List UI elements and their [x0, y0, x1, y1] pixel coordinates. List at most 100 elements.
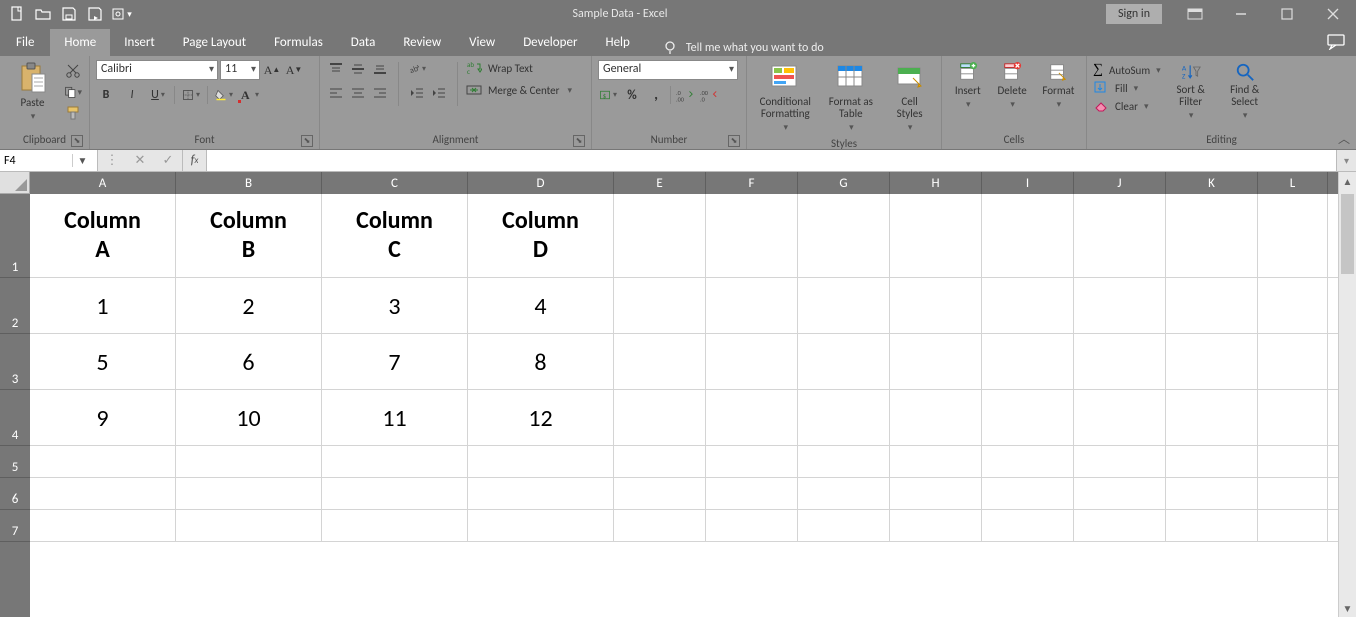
qat-save-icon[interactable] [56, 1, 82, 27]
maximize-button[interactable] [1264, 0, 1310, 28]
cell[interactable] [890, 510, 982, 542]
fill-color-button[interactable] [214, 86, 234, 104]
cell[interactable]: 2 [176, 278, 322, 334]
row-header[interactable]: 1 [0, 194, 30, 278]
tab-view[interactable]: View [455, 29, 509, 56]
name-box-dropdown[interactable]: ▼ [72, 154, 92, 167]
cell[interactable]: 7 [322, 334, 468, 390]
cell[interactable] [798, 278, 890, 334]
cell[interactable] [468, 478, 614, 510]
cell[interactable] [468, 510, 614, 542]
cell[interactable] [982, 194, 1074, 278]
scroll-thumb[interactable] [1341, 194, 1354, 274]
cell[interactable] [798, 478, 890, 510]
cell[interactable] [1166, 194, 1258, 278]
cell[interactable] [614, 478, 706, 510]
cell[interactable] [1258, 334, 1328, 390]
row-header[interactable]: 6 [0, 478, 30, 510]
cell[interactable] [1166, 478, 1258, 510]
cell[interactable] [1074, 194, 1166, 278]
scroll-up-button[interactable]: ▲ [1339, 172, 1356, 190]
cell[interactable] [614, 510, 706, 542]
align-bottom-button[interactable] [370, 60, 390, 78]
tab-page-layout[interactable]: Page Layout [169, 29, 260, 56]
cell[interactable] [1258, 278, 1328, 334]
increase-font-button[interactable]: A▲ [262, 61, 282, 79]
cell[interactable] [30, 446, 176, 478]
column-header[interactable]: G [798, 172, 890, 194]
cell[interactable] [798, 334, 890, 390]
cell[interactable] [890, 446, 982, 478]
underline-button[interactable]: U [148, 86, 168, 104]
align-right-button[interactable] [370, 84, 390, 102]
cell[interactable] [798, 446, 890, 478]
cell[interactable]: 6 [176, 334, 322, 390]
cell[interactable] [1258, 194, 1328, 278]
font-size-select[interactable]: 11 [220, 60, 260, 80]
number-format-select[interactable]: General [598, 60, 738, 80]
column-header[interactable]: B [176, 172, 322, 194]
cell[interactable] [322, 510, 468, 542]
enter-formula-button[interactable]: ✓ [154, 153, 182, 168]
qat-touch-icon[interactable]: ▾ [108, 1, 134, 27]
cell[interactable] [982, 390, 1074, 446]
collapse-ribbon-icon[interactable]: ︿ [1338, 130, 1350, 147]
qat-open-icon[interactable] [30, 1, 56, 27]
paste-button[interactable]: Paste ▾ [6, 60, 59, 124]
tab-file[interactable]: File [0, 29, 50, 56]
cell[interactable] [1074, 478, 1166, 510]
number-launcher[interactable]: ⬊ [728, 135, 740, 147]
tab-home[interactable]: Home [50, 29, 110, 56]
alignment-launcher[interactable]: ⬊ [573, 135, 585, 147]
cell[interactable]: ColumnC [322, 194, 468, 278]
comma-button[interactable]: , [646, 86, 666, 104]
cell[interactable] [706, 446, 798, 478]
fx-icon[interactable]: fx [183, 150, 207, 171]
cell[interactable] [798, 510, 890, 542]
cell[interactable] [890, 334, 982, 390]
column-header[interactable]: C [322, 172, 468, 194]
align-top-button[interactable] [326, 60, 346, 78]
clipboard-launcher[interactable]: ⬊ [71, 135, 83, 147]
accounting-format-button[interactable]: $ [598, 86, 618, 104]
cell[interactable]: ColumnB [176, 194, 322, 278]
column-header[interactable]: A [30, 172, 176, 194]
cell[interactable]: 12 [468, 390, 614, 446]
cell[interactable] [1166, 510, 1258, 542]
cell[interactable] [176, 446, 322, 478]
cell[interactable] [706, 390, 798, 446]
cell[interactable]: ColumnD [468, 194, 614, 278]
cell[interactable] [1258, 478, 1328, 510]
cell[interactable]: 11 [322, 390, 468, 446]
cell[interactable] [30, 510, 176, 542]
bold-button[interactable]: B [96, 86, 116, 104]
sign-in-button[interactable]: Sign in [1106, 4, 1162, 24]
cell[interactable] [890, 194, 982, 278]
cell[interactable]: 5 [30, 334, 176, 390]
cut-button[interactable] [63, 62, 83, 80]
select-all-corner[interactable] [0, 172, 30, 194]
cell[interactable] [1074, 390, 1166, 446]
cell[interactable] [706, 334, 798, 390]
name-box-input[interactable] [0, 152, 72, 170]
cell[interactable]: 1 [30, 278, 176, 334]
cell[interactable] [706, 510, 798, 542]
row-header[interactable]: 4 [0, 390, 30, 446]
percent-button[interactable]: % [622, 86, 642, 104]
column-header[interactable]: I [982, 172, 1074, 194]
comments-icon[interactable] [1316, 28, 1356, 56]
conditional-formatting-button[interactable]: Conditional Formatting▾ [753, 60, 818, 135]
formula-input[interactable] [207, 152, 1336, 170]
sort-filter-button[interactable]: AZ Sort & Filter▾ [1167, 60, 1215, 123]
tell-me[interactable]: Tell me what you want to do [654, 40, 832, 56]
cell[interactable] [176, 510, 322, 542]
cell[interactable] [1166, 446, 1258, 478]
cell[interactable] [890, 390, 982, 446]
font-color-button[interactable]: A [240, 86, 260, 104]
cell[interactable] [982, 334, 1074, 390]
cell[interactable] [1258, 390, 1328, 446]
cell[interactable]: 4 [468, 278, 614, 334]
cell[interactable] [798, 390, 890, 446]
tab-data[interactable]: Data [337, 29, 390, 56]
minimize-button[interactable] [1218, 0, 1264, 28]
